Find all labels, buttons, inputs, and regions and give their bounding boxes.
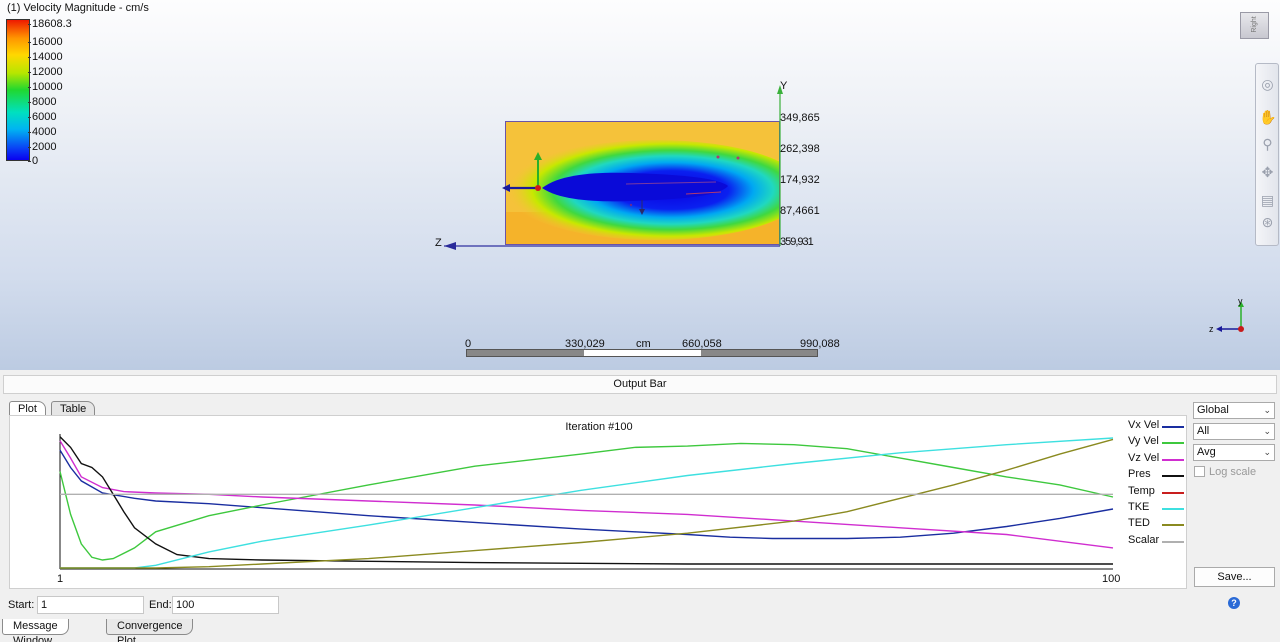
walk-icon[interactable]: ⊛ (1259, 214, 1276, 231)
legend-item: Pres (1128, 468, 1151, 480)
x-tick: 1 (57, 573, 64, 585)
stat-dropdown[interactable]: Avg ⌄ (1193, 444, 1275, 461)
view-cube-face-label: Right (1251, 16, 1258, 33)
legend-label: 12000 (28, 66, 63, 78)
legend-label: 16000 (28, 36, 63, 48)
chevron-down-icon: ⌄ (1263, 405, 1271, 415)
end-label: End: (149, 599, 172, 611)
plot-canvas (59, 434, 1114, 570)
series-line-pres (59, 436, 1113, 565)
legend-label: 2000 (27, 141, 57, 153)
viewport-3d[interactable]: (1) Velocity Magnitude - cm/s 18608.3 16… (0, 0, 1280, 370)
triad-z-label: z (1209, 324, 1214, 334)
legend-item: TKE (1128, 501, 1150, 513)
result-title: (1) Velocity Magnitude - cm/s (7, 2, 149, 14)
stat-value: Avg (1197, 446, 1216, 458)
filter-dropdown[interactable]: All ⌄ (1193, 423, 1275, 440)
tab-plot[interactable]: Plot (9, 401, 46, 416)
log-scale-checkbox[interactable] (1194, 466, 1205, 477)
legend-label: 6000 (27, 111, 57, 123)
y-tick: 359,931 (780, 236, 814, 248)
scale-bar (466, 349, 818, 357)
y-tick: 174,932 (780, 174, 820, 186)
help-icon[interactable]: ? (1228, 597, 1240, 609)
y-tick: 349,865 (780, 112, 820, 124)
steering-wheel-icon[interactable]: ◎ (1259, 76, 1276, 93)
legend-label: 0 (27, 155, 39, 167)
triad-y-label: y (1238, 296, 1243, 306)
legend-swatch (1162, 508, 1184, 510)
x-tick: 100 (1102, 573, 1121, 585)
output-bar-title: Output Bar (3, 375, 1277, 394)
scope-value: Global (1197, 404, 1229, 416)
filter-value: All (1197, 425, 1210, 437)
legend-item: Scalar (1128, 534, 1160, 546)
legend-swatch (1162, 426, 1184, 428)
legend-item: Temp (1128, 485, 1155, 497)
convergence-plot[interactable]: Iteration #100 1 100 Vx Vel Vy Vel Vz Ve… (9, 415, 1187, 589)
axis-z-label: Z (435, 237, 442, 249)
look-icon[interactable]: ▤ (1259, 192, 1276, 209)
legend-label: 18608.3 (28, 18, 72, 30)
legend-swatch (1162, 524, 1184, 526)
legend-swatch (1162, 541, 1184, 543)
legend-swatch (1162, 442, 1184, 444)
series-line-tke (60, 437, 1114, 569)
axis-y-label: Y (780, 80, 788, 92)
legend-label: 8000 (27, 96, 57, 108)
scope-dropdown[interactable]: Global ⌄ (1193, 402, 1275, 419)
log-scale-label: Log scale (1209, 466, 1257, 478)
legend-label: 14000 (28, 51, 63, 63)
pan-hand-icon[interactable]: ✋ (1259, 109, 1276, 126)
view-cube[interactable]: Right (1240, 12, 1269, 39)
legend-item: Vy Vel (1128, 435, 1159, 447)
save-button[interactable]: Save... (1194, 567, 1275, 587)
y-tick: 262,398 (780, 143, 820, 155)
legend-item: Vx Vel (1128, 419, 1160, 431)
legend-swatch (1162, 475, 1184, 477)
legend-swatch (1162, 459, 1184, 461)
tab-table[interactable]: Table (51, 401, 96, 416)
tab-message-window[interactable]: Message Window (2, 619, 69, 642)
start-label: Start: (8, 599, 35, 611)
legend-color-bar (6, 19, 30, 161)
zoom-icon[interactable]: ⚲ (1259, 136, 1276, 153)
color-legend: 18608.3 16000 14000 12000 10000 8000 600… (6, 18, 86, 167)
navigation-bar: ◎ ✋ ⚲ ✥ ▤ ⊛ (1255, 63, 1279, 246)
legend-label: 10000 (28, 81, 63, 93)
start-field[interactable]: 1 (37, 596, 144, 614)
legend-label: 4000 (27, 126, 57, 138)
legend-swatch (1162, 492, 1184, 494)
model-axes (444, 85, 783, 250)
legend-item: TED (1128, 517, 1150, 529)
y-tick: 87,4661 (780, 205, 820, 217)
legend-item: Vz Vel (1128, 452, 1160, 464)
tab-convergence-plot[interactable]: Convergence Plot (106, 619, 194, 642)
orbit-icon[interactable]: ✥ (1259, 164, 1276, 181)
chevron-down-icon: ⌄ (1263, 426, 1271, 436)
chevron-down-icon: ⌄ (1263, 447, 1271, 457)
log-scale-row: Log scale (1194, 466, 1256, 478)
end-field[interactable]: 100 (172, 596, 279, 614)
